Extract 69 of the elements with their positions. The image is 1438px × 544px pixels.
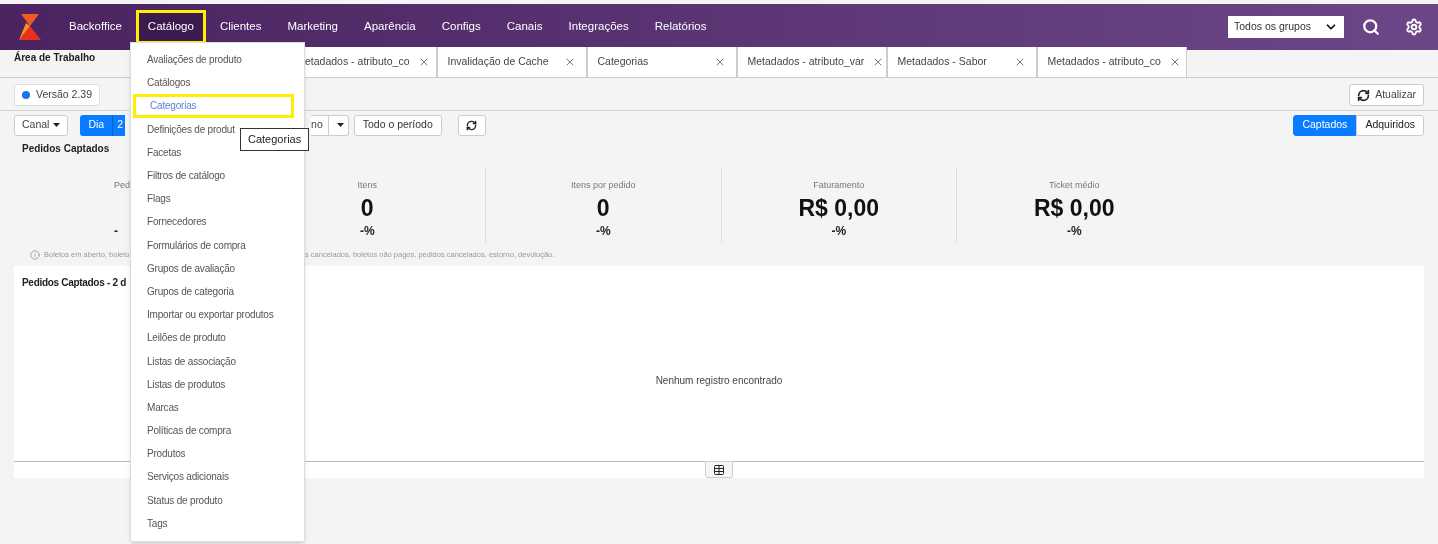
version-button[interactable]: Versão 2.39 [14,84,101,106]
menu-item[interactable]: Avaliações de produto [133,48,302,72]
stat-value: R$ 0,00 [798,193,880,222]
stat-value: 0 [596,193,610,222]
nav-link[interactable]: Configs [429,10,493,44]
tab-label: Metadados - atributo_co [1047,54,1161,70]
menu-item[interactable]: Tags [133,511,302,535]
menu-item[interactable]: Grupos de categoria [133,279,302,304]
nav-link[interactable]: Backoffice [57,10,134,44]
menu-item[interactable]: Leilões de produto [133,326,302,350]
menu-item[interactable]: Listas de produtos [133,372,302,396]
workspace-tab[interactable]: Categorias [586,47,737,77]
stat-percent: -% [595,222,611,240]
nav-link[interactable]: Aparência [351,10,428,44]
menu-item[interactable]: Marcas [133,395,302,419]
mode-toggle[interactable]: Captados [1293,114,1357,136]
workspace-title: Área de Trabalho [14,52,96,63]
date-range-button[interactable]: no [311,114,329,136]
tab-label: Invalidação de Cache [447,54,549,70]
stat-label: Ticket médio [1048,179,1100,192]
stat-label: Faturamento [813,179,865,192]
nav-link[interactable]: Clientes [207,10,274,44]
stat-value: 0 [360,193,374,222]
stat-label: Ped [114,179,130,192]
tab-label: etadados - atributo_co [305,54,410,70]
menu-item[interactable]: Filtros de catálogo [133,163,302,188]
nav-link[interactable]: Canais [494,10,555,44]
tab-label: Metadados - atributo_var [747,54,865,70]
stat-percent: -% [359,222,375,240]
menu-item[interactable]: Produtos [133,442,302,466]
menu-item[interactable]: Categorias [133,94,294,118]
workspace-tab[interactable]: Metadados - Sabor [886,47,1037,77]
menu-item[interactable]: Fornecedores [133,210,302,234]
menu-item[interactable]: Serviços adicionais [133,465,302,489]
workspace-tab[interactable]: Metadados - atributo_var [736,47,887,77]
menu-item[interactable]: Catálogos [133,71,302,95]
section-title: Pedidos Captados [22,142,110,156]
menu-item[interactable]: Grupos de avaliação [133,256,302,280]
empty-message: Nenhum registro encontrado [655,374,783,388]
stat-value: R$ 0,00 [1033,193,1115,222]
stat-label: Itens por pedido [570,179,636,192]
nav-link[interactable]: Marketing [275,10,350,44]
channel-dropdown[interactable]: Canal [14,114,69,136]
workspace-tab[interactable]: Invalidação de Cache [436,47,587,77]
workspace-tab[interactable]: etadados - atributo_co [305,47,437,77]
nav-link[interactable]: Catálogo [135,10,206,44]
period-button[interactable]: Dia [80,114,113,136]
tooltip: Categorias [240,128,310,151]
group-select[interactable]: Todos os grupos [1228,16,1344,38]
menu-item[interactable]: Políticas de compra [133,419,302,443]
mode-toggle[interactable]: Adquiridos [1356,114,1424,136]
refresh-button[interactable]: Atualizar [1349,84,1424,106]
stat-percent: -% [831,222,847,240]
all-period-button[interactable]: Todo o período [353,114,442,136]
period-button[interactable]: 2 [112,114,126,136]
tab-label: Categorias [597,54,649,70]
menu-item[interactable]: Status de produto [133,488,302,512]
stat-percent: -% [1066,222,1082,240]
menu-item[interactable]: Flags [133,187,302,211]
nav-link[interactable]: Integrações [556,10,641,44]
menu-item[interactable]: Importar ou exportar produtos [133,303,302,327]
stat-label: Itens [357,179,377,192]
stat-percent: - [114,222,118,240]
workspace-tab[interactable]: Metadados - atributo_co [1036,47,1187,77]
tab-label: Metadados - Sabor [897,54,987,70]
menu-item[interactable]: Formulários de compra [133,233,302,257]
menu-item[interactable]: Listas de associação [133,349,302,373]
panel-title: Pedidos Captados - 2 d [22,276,126,290]
nav-link[interactable]: Relatórios [642,10,719,44]
